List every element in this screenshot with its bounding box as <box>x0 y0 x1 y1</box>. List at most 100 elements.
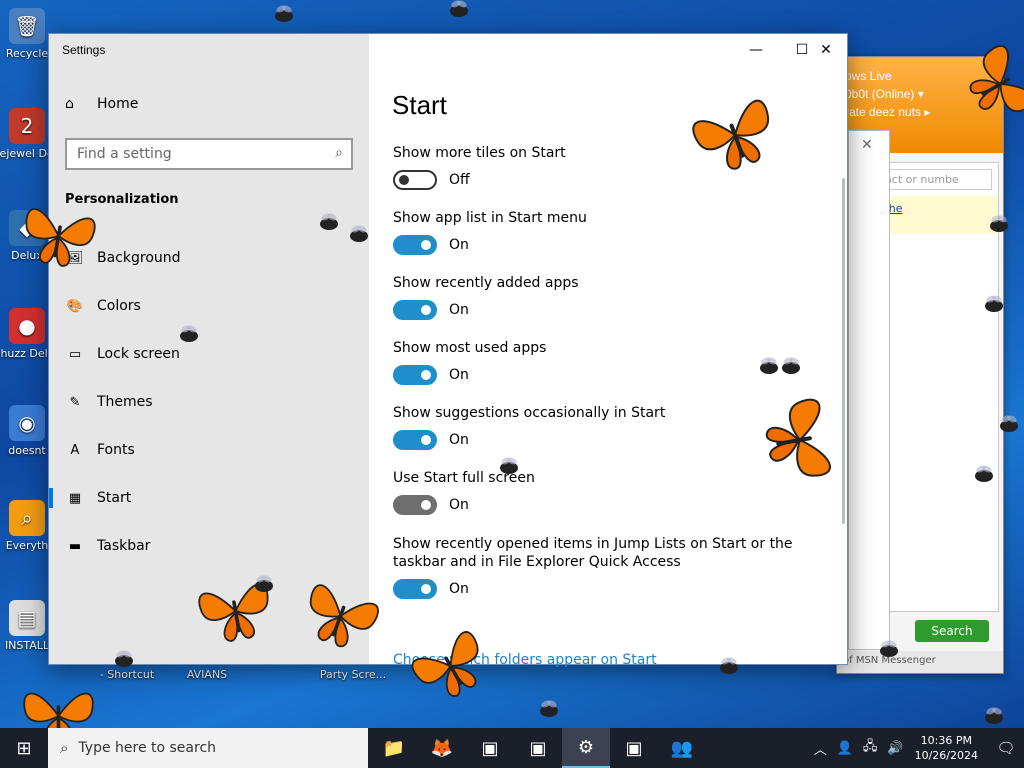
toggle-knob <box>421 500 431 510</box>
toggle-switch[interactable] <box>393 430 437 450</box>
firefox-icon: 🦊 <box>430 737 454 759</box>
toggle-row: Off <box>393 170 813 190</box>
nav-item-colors[interactable]: 🎨 Colors <box>49 286 369 326</box>
desktop-app-icon: ● <box>9 308 45 344</box>
find-setting-placeholder: Find a setting <box>77 146 172 162</box>
messenger-footer: of MSN Messenger <box>837 651 1003 673</box>
taskbar-apps: 📁 🦊 ▣ ▣ ⚙ ▣ 👥 <box>370 728 706 768</box>
nav-item-start[interactable]: ▦ Start <box>49 478 369 518</box>
nav-item-label: Lock screen <box>97 346 180 362</box>
toggle-switch[interactable] <box>393 235 437 255</box>
system-tray: ︿ 👤 🖧 🔊 10:36 PM 10/26/2024 🗨 <box>809 728 1024 768</box>
fly-decoration <box>985 300 1003 312</box>
setting-row: Show app list in Start menu On <box>393 209 813 255</box>
taskbar-app-settings[interactable]: ⚙ <box>562 728 610 768</box>
toggle-state-label: On <box>449 432 469 448</box>
start-icon: ▦ <box>68 490 82 506</box>
desktop-app-icon: ▤ <box>9 600 45 636</box>
nav-home[interactable]: ⌂ Home <box>65 96 138 112</box>
desktop-app-icon: 2 <box>9 108 45 144</box>
settings-icon: ⚙ <box>577 736 595 758</box>
nav-item-lock-screen[interactable]: ▭ Lock screen <box>49 334 369 374</box>
close-icon: ✕ <box>820 42 832 58</box>
find-setting-input[interactable]: Find a setting ⌕ <box>65 138 353 170</box>
page-title: Start <box>392 90 447 120</box>
fly-decoration <box>880 645 898 657</box>
minimize-icon: — <box>749 42 763 58</box>
clock-time: 10:36 PM <box>920 734 972 747</box>
network-icon[interactable]: 🖧 <box>863 737 878 759</box>
close-button[interactable]: ✕ <box>803 34 849 66</box>
background-popup-close-icon[interactable]: ✕ <box>861 137 873 153</box>
desktop-icon-label[interactable]: Party Scre... <box>318 668 388 681</box>
taskbar: ⊞ ⌕ Type here to search 📁 🦊 ▣ ▣ ⚙ ▣ 👥 ︿ 👤 🖧 🔊 … <box>0 728 1024 768</box>
settings-nav-pane: ⌂ Home Find a setting ⌕ Personalization … <box>49 34 369 664</box>
volume-icon[interactable]: 🔊 <box>887 741 903 756</box>
desktop-icon-label[interactable]: - Shortcut <box>92 668 162 681</box>
title-bar[interactable]: Settings — ☐ ✕ <box>49 34 847 66</box>
butterfly-decoration <box>25 208 96 267</box>
fly-decoration <box>275 10 293 22</box>
fly-decoration <box>115 655 133 667</box>
nav-item-label: Fonts <box>97 442 135 458</box>
toggle-switch[interactable] <box>393 365 437 385</box>
search-icon[interactable]: ⌕ <box>335 145 343 161</box>
nav-item-label: Colors <box>97 298 141 314</box>
taskbar-app-messenger[interactable]: 👥 <box>658 728 706 768</box>
toggle-state-label: On <box>449 302 469 318</box>
start-button[interactable]: ⊞ <box>0 728 48 768</box>
fly-decoration <box>320 218 338 230</box>
fly-decoration <box>540 705 558 717</box>
taskbar-search-box[interactable]: ⌕ Type here to search <box>48 728 368 768</box>
nav-item-label: Themes <box>97 394 153 410</box>
lock-screen-icon: ▭ <box>68 346 82 362</box>
setting-label: Show most used apps <box>393 340 547 356</box>
taskbar-app-app-window-1[interactable]: ▣ <box>466 728 514 768</box>
themes-icon: ✎ <box>69 394 81 410</box>
fly-decoration <box>975 470 993 482</box>
notification-icon: 🗨 <box>996 739 1016 757</box>
nav-item-fonts[interactable]: A Fonts <box>49 430 369 470</box>
window-title: Settings <box>62 43 106 57</box>
setting-row: Show recently added apps On <box>393 274 813 320</box>
taskbar-app-firefox[interactable]: 🦊 <box>418 728 466 768</box>
fly-decoration <box>350 230 368 242</box>
messenger-tray-icon[interactable]: 👤 <box>837 741 853 756</box>
windows-logo-icon: ⊞ <box>16 737 32 759</box>
messenger-search-button[interactable]: Search <box>915 620 989 642</box>
toggle-switch[interactable] <box>393 495 437 515</box>
toggle-row: On <box>393 579 813 599</box>
fly-decoration <box>255 580 273 592</box>
taskbar-app-app-window-2[interactable]: ▣ <box>514 728 562 768</box>
minimize-button[interactable]: — <box>733 34 779 66</box>
toggle-row: On <box>393 235 813 255</box>
setting-label: Show recently added apps <box>393 275 579 291</box>
desktop-app-icon: 🗑 <box>9 8 45 44</box>
taskbar-app-file-explorer[interactable]: 📁 <box>370 728 418 768</box>
toggle-knob <box>421 584 431 594</box>
file-explorer-icon: 📁 <box>382 737 406 759</box>
action-center-button[interactable]: 🗨 <box>988 728 1024 768</box>
toggle-switch[interactable] <box>393 579 437 599</box>
clock[interactable]: 10:36 PM 10/26/2024 <box>915 733 978 763</box>
nav-item-themes[interactable]: ✎ Themes <box>49 382 369 422</box>
toggle-knob <box>421 240 431 250</box>
chevron-up-icon[interactable]: ︿ <box>814 739 827 758</box>
setting-label: Show suggestions occasionally in Start <box>393 405 666 421</box>
taskbar-app-app-window-3[interactable]: ▣ <box>610 728 658 768</box>
toggle-state-label: Off <box>449 172 470 188</box>
desktop-app-icon: ◉ <box>9 405 45 441</box>
taskbar-icon: ▬ <box>68 538 82 554</box>
toggle-switch[interactable] <box>393 300 437 320</box>
background-popup: ✕ <box>848 130 890 650</box>
fly-decoration <box>1000 420 1018 432</box>
desktop-icon-label[interactable]: AVIANS <box>172 668 242 681</box>
toggle-knob <box>421 370 431 380</box>
fly-decoration <box>500 462 518 474</box>
toggle-state-label: On <box>449 581 469 597</box>
fly-decoration <box>180 330 198 342</box>
setting-row: Show most used apps On <box>393 339 813 385</box>
search-icon: ⌕ <box>60 739 69 757</box>
toggle-switch[interactable] <box>393 170 437 190</box>
nav-item-taskbar[interactable]: ▬ Taskbar <box>49 526 369 566</box>
